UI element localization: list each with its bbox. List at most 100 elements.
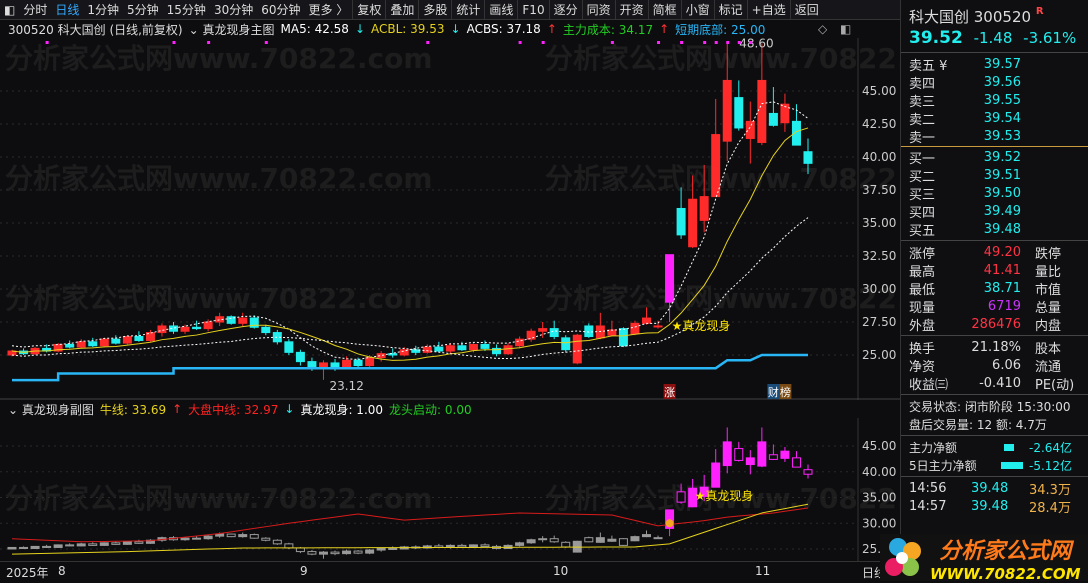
toolbar-item[interactable]: 小窗 [680, 0, 714, 20]
bids-row: 买一 39.52 [901, 148, 1088, 167]
signal-dot [749, 41, 753, 44]
candle [272, 539, 282, 545]
toolbar-item[interactable]: 画线 [484, 0, 517, 20]
leader-value: 龙头启动: 0.00 [389, 402, 472, 417]
main-cost-value: 主力成本: 34.17 [562, 22, 654, 37]
toolbar-item[interactable]: 30分钟 [210, 1, 257, 18]
panel-toggle-icon[interactable]: ◧ [0, 3, 19, 17]
signal-dot [680, 41, 684, 44]
main-candlestick-chart[interactable]: 分析家公式网www.70822.com 分析家公式网www.70822.com 分析… [0, 38, 900, 400]
candle [99, 338, 109, 347]
ask-label: 卖五 ¥ [909, 58, 948, 74]
high-price-label: 48.60 [739, 38, 773, 50]
toolbar-item[interactable]: 统计 [451, 0, 484, 20]
candle [641, 534, 651, 538]
candle [526, 330, 536, 340]
ma5-value: MA5: 42.58 [280, 22, 349, 36]
candle [515, 542, 525, 546]
flower-logo-icon [885, 537, 921, 576]
toolbar-item[interactable]: 叠加 [385, 0, 418, 20]
toolbar-item[interactable]: 15分钟 [163, 1, 210, 18]
indicator-dropdown[interactable]: ⌄ 真龙现身主图 [189, 21, 275, 38]
down-arrow-icon: ↓ [354, 22, 365, 36]
bids-row: 买四 39.49 [901, 202, 1088, 221]
toolbar-item[interactable]: 更多 〉 [305, 1, 353, 18]
y-tick-label: 40.00 [862, 465, 896, 479]
watermark: 分析家公式网www.70822.com [545, 282, 900, 315]
tick-time: 14:57 [909, 498, 947, 514]
signal-dot [264, 41, 268, 44]
toolbar-item[interactable]: +自选 [746, 0, 790, 20]
toolbar: ◧ 分时 日线 1分钟 5分钟 15分钟 30分钟 60分钟 更多 〉复权 叠加 多股 统计 画线 F1… [0, 0, 900, 20]
toolbar-item[interactable]: 日线 [51, 1, 83, 18]
toolbar-item[interactable]: 同资 [581, 0, 615, 20]
stats-row: 现量 6719 总量 [901, 297, 1088, 316]
diamond-icon[interactable]: ◇ [818, 22, 827, 36]
candle [526, 539, 536, 544]
date-aug: 8 [58, 564, 66, 578]
bull-line-value: 牛线: 33.69 [99, 402, 167, 417]
toolbar-item[interactable]: 60分钟 [257, 1, 304, 18]
signal-dot [610, 41, 614, 44]
stat-value: 6.06 [992, 357, 1021, 373]
candle [457, 544, 467, 548]
y-tick-label: 37.50 [862, 183, 896, 197]
fund-flow: 主力净额 -2.64亿 5日主力净额 -5.12亿 [901, 438, 1088, 474]
date-nov: 11 [755, 564, 771, 578]
bids-row: 买二 39.51 [901, 166, 1088, 185]
watermark: 分析家公式网www.70822.com [5, 482, 433, 515]
tick-time: 14:56 [909, 480, 947, 496]
toolbar-item[interactable]: 返回 [789, 0, 823, 20]
stat-value: 286476 [971, 316, 1021, 332]
candle [803, 151, 813, 164]
stat-label: 现量 [909, 300, 936, 316]
candle [607, 538, 617, 542]
y-tick-label: 45.00 [862, 84, 896, 98]
candle [734, 448, 744, 461]
stat-value: 38.71 [983, 280, 1021, 296]
toolbar-item[interactable]: 多股 [418, 0, 451, 20]
ask-price: 39.53 [983, 128, 1021, 144]
stats2-row: 换手 21.18% 股本 [901, 338, 1088, 357]
window-icon[interactable]: ◧ [840, 22, 851, 36]
sub-chart-header: ⌄ 真龙现身副图 牛线: 33.69 ↑ 大盘中线: 32.97 ↓ 真龙现身: 1… [0, 400, 472, 418]
toolbar-item[interactable]: 逐分 [548, 0, 582, 20]
candle [203, 535, 213, 540]
bid-label: 买五 [909, 223, 936, 239]
watermark: 分析家公式网www.70822.com [5, 282, 433, 315]
sub-indicator-chart[interactable]: 分析家公式网www.70822.com分析家公式网www.70822.com45… [0, 418, 900, 561]
y-tick-label: 40.00 [862, 150, 896, 164]
candle [192, 326, 202, 330]
candle [549, 538, 559, 543]
toolbar-item[interactable]: 开资 [614, 0, 648, 20]
bid-price: 39.52 [983, 149, 1021, 165]
flow-label: 5日主力净额 [909, 458, 977, 473]
badge-badge_zhang: 涨 [664, 386, 675, 399]
stock-title: 300520 科大国创 (日线,前复权) [8, 22, 183, 37]
flow-value: -2.64亿 [1029, 440, 1073, 455]
watermark: 分析家公式网www.70822.com [545, 42, 900, 75]
candle [561, 337, 571, 351]
candle [261, 537, 271, 541]
stat-value: -0.410 [979, 375, 1021, 391]
tick-vol: 34.3万 [1029, 482, 1071, 498]
candle [388, 353, 398, 356]
stat-label: 净资 [909, 359, 936, 375]
toolbar-item[interactable]: 5分钟 [123, 1, 163, 18]
toolbar-item[interactable]: 标记 [713, 0, 747, 20]
candle [134, 541, 144, 544]
toolbar-item[interactable]: 复权 [352, 0, 385, 20]
badge-badge_bang: 榜 [780, 385, 791, 399]
candle [342, 359, 352, 368]
candle [249, 534, 259, 539]
toolbar-item[interactable]: F10 [517, 0, 548, 20]
sub-indicator-dropdown[interactable]: ⌄ 真龙现身副图 [8, 401, 94, 418]
candle [353, 359, 363, 367]
candle [376, 547, 386, 551]
y-tick-label: 27.50 [862, 315, 896, 329]
candle [503, 345, 513, 355]
toolbar-item[interactable]: 简框 [647, 0, 681, 20]
toolbar-item[interactable]: 分时 [19, 1, 51, 18]
flow-bar [1004, 444, 1014, 451]
toolbar-item[interactable]: 1分钟 [83, 1, 123, 18]
